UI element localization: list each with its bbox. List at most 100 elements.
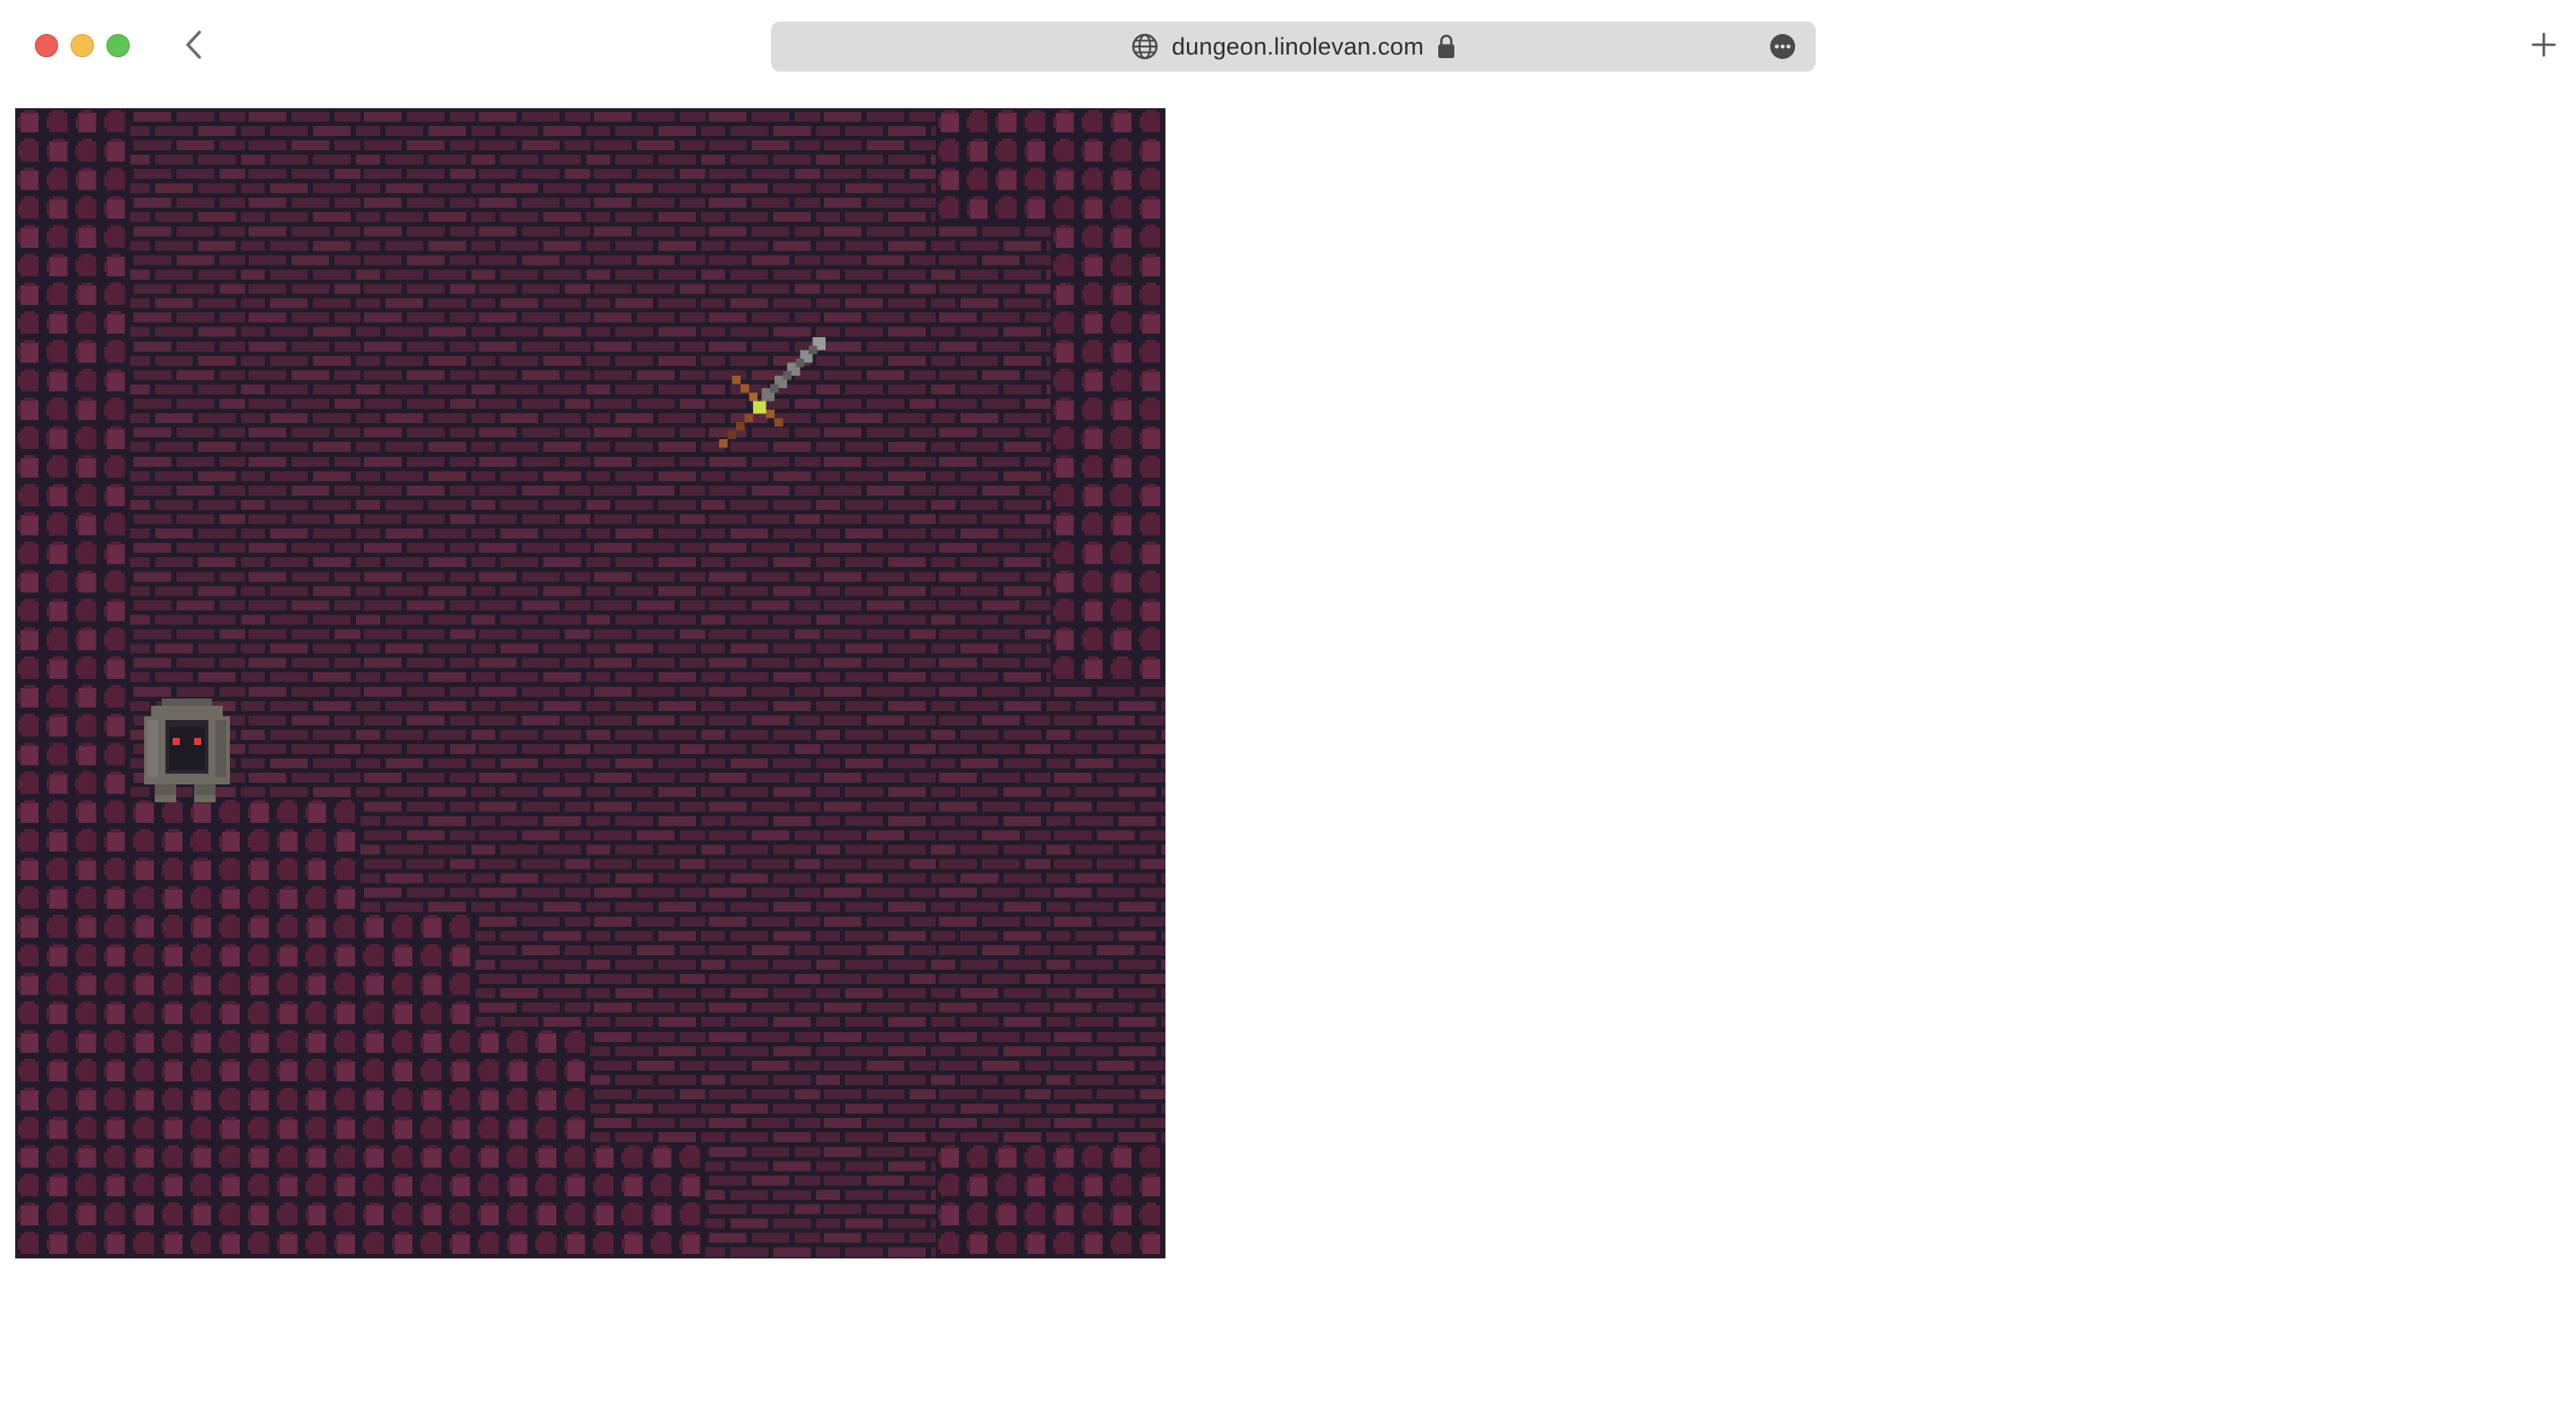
tile-cobblestone-wall [15, 683, 131, 800]
tile-brick-floor [935, 338, 1051, 454]
tile-cobblestone-wall [15, 568, 131, 684]
tile-brick-floor [820, 223, 936, 339]
tile-brick-floor [130, 223, 246, 339]
tile-brick-floor [935, 568, 1051, 684]
dungeon-map [15, 108, 1165, 1258]
tile-cobblestone-wall [1050, 1143, 1165, 1258]
tile-brick-floor [245, 453, 361, 569]
tile-brick-floor [935, 683, 1051, 800]
tile-cobblestone-wall [15, 108, 131, 224]
address-bar[interactable]: dungeon.linolevan.com [771, 21, 1816, 72]
tile-brick-floor [705, 913, 821, 1029]
ghost-icon[interactable] [140, 699, 233, 806]
url-text: dungeon.linolevan.com [1172, 32, 1424, 60]
tile-brick-floor [1050, 1028, 1165, 1144]
chevron-left-icon [186, 30, 201, 59]
tile-brick-floor [1050, 913, 1165, 1029]
tile-cobblestone-wall [1050, 338, 1165, 454]
new-tab-button[interactable] [2526, 25, 2562, 64]
tile-cobblestone-wall [15, 1028, 131, 1144]
tile-brick-floor [475, 568, 591, 684]
tile-cobblestone-wall [1050, 568, 1165, 684]
tile-brick-floor [360, 338, 476, 454]
tile-cobblestone-wall [245, 913, 361, 1029]
tile-brick-floor [590, 338, 707, 454]
tile-brick-floor [245, 683, 361, 800]
tile-brick-floor [705, 798, 821, 914]
tile-brick-floor [590, 568, 707, 684]
game-canvas[interactable] [15, 108, 1165, 1258]
tile-brick-floor [705, 1143, 821, 1258]
tile-brick-floor [935, 223, 1051, 339]
tile-cobblestone-wall [475, 1143, 591, 1258]
tile-brick-floor [820, 1028, 936, 1144]
tile-brick-floor [705, 568, 821, 684]
globe-icon [1131, 33, 1158, 60]
tile-cobblestone-wall [130, 1143, 246, 1258]
tile-cobblestone-wall [15, 223, 131, 339]
browser-toolbar: dungeon.linolevan.com [0, 0, 2576, 93]
lock-icon [1437, 34, 1454, 58]
tile-brick-floor [590, 683, 707, 800]
tile-brick-floor [590, 1028, 707, 1144]
window-close-button[interactable] [35, 34, 58, 57]
tile-cobblestone-wall [360, 913, 476, 1029]
tile-brick-floor [1050, 683, 1165, 800]
tile-brick-floor [705, 1028, 821, 1144]
tile-cobblestone-wall [1050, 223, 1165, 339]
tile-cobblestone-wall [130, 913, 246, 1029]
tile-cobblestone-wall [1050, 453, 1165, 569]
tile-cobblestone-wall [130, 798, 246, 914]
tile-cobblestone-wall [935, 1143, 1051, 1258]
tile-brick-floor [475, 913, 591, 1029]
tile-brick-floor [475, 683, 591, 800]
back-button[interactable] [175, 23, 211, 66]
tile-brick-floor [360, 223, 476, 339]
tile-brick-floor [360, 798, 476, 914]
tile-cobblestone-wall [360, 1143, 476, 1258]
tile-brick-floor [475, 338, 591, 454]
tile-brick-floor [245, 108, 361, 224]
tile-brick-floor [705, 683, 821, 800]
sword-icon[interactable] [702, 337, 838, 473]
tile-brick-floor [360, 108, 476, 224]
tile-brick-floor [360, 568, 476, 684]
tile-cobblestone-wall [15, 338, 131, 454]
tile-brick-floor [820, 913, 936, 1029]
tile-brick-floor [130, 338, 246, 454]
tile-brick-floor [820, 1143, 936, 1258]
tile-cobblestone-wall [1050, 108, 1165, 224]
tile-brick-floor [590, 108, 707, 224]
tile-brick-floor [590, 223, 707, 339]
tile-cobblestone-wall [245, 1028, 361, 1144]
tile-brick-floor [475, 223, 591, 339]
tile-brick-floor [590, 453, 707, 569]
tile-cobblestone-wall [245, 1143, 361, 1258]
tile-cobblestone-wall [245, 798, 361, 914]
tile-brick-floor [820, 683, 936, 800]
tile-brick-floor [245, 568, 361, 684]
tile-brick-floor [935, 1028, 1051, 1144]
tile-brick-floor [820, 798, 936, 914]
tile-cobblestone-wall [15, 453, 131, 569]
tile-brick-floor [820, 568, 936, 684]
tile-brick-floor [245, 223, 361, 339]
tile-brick-floor [130, 108, 246, 224]
tile-brick-floor [590, 798, 707, 914]
tile-brick-floor [935, 913, 1051, 1029]
tile-brick-floor [130, 568, 246, 684]
tile-brick-floor [935, 453, 1051, 569]
plus-icon [2531, 32, 2556, 57]
window-zoom-button[interactable] [106, 34, 130, 57]
window-minimize-button[interactable] [71, 34, 94, 57]
tile-brick-floor [245, 338, 361, 454]
tile-brick-floor [1050, 798, 1165, 914]
more-icon[interactable] [1769, 33, 1796, 60]
tile-brick-floor [475, 453, 591, 569]
tile-brick-floor [475, 798, 591, 914]
tile-cobblestone-wall [475, 1028, 591, 1144]
tile-cobblestone-wall [935, 108, 1051, 224]
tile-cobblestone-wall [15, 798, 131, 914]
tile-cobblestone-wall [15, 913, 131, 1029]
tile-brick-floor [705, 108, 821, 224]
